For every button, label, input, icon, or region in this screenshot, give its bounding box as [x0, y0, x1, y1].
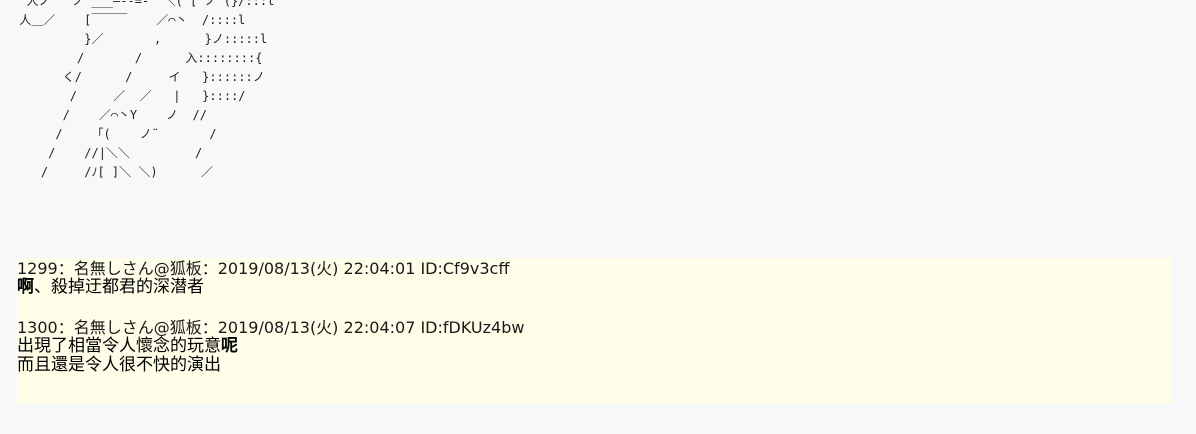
post-body: 啊、殺掉迂都君的深潜者 [17, 278, 1172, 297]
post-body: 出現了相當令人懷念的玩意呢 而且還是令人很不快的演出 [17, 337, 1172, 375]
ascii-art: 人ノ ノ ___―--=- ＼( [ ノ (}/:::l 人＿／ [￣￣￣ ／⌒… [12, 0, 392, 222]
post-header: 1299：名無しさん@狐板：2019/08/13(火) 22:04:01 ID:… [17, 259, 510, 278]
post-line-rest: 出現了相當令人懷念的玩意 [17, 336, 221, 356]
post-1299: 1299：名無しさん@狐板：2019/08/13(火) 22:04:01 ID:… [17, 258, 1172, 297]
post-list: 1299：名無しさん@狐板：2019/08/13(火) 22:04:01 ID:… [17, 258, 1172, 404]
post-line: 出現了相當令人懷念的玩意呢 [17, 337, 1172, 356]
post-line: 而且還是令人很不快的演出 [17, 355, 221, 375]
post-1300: 1300：名無しさん@狐板：2019/08/13(火) 22:04:07 ID:… [17, 317, 1172, 375]
post-line-bold: 呢 [221, 336, 238, 356]
post-header: 1300：名無しさん@狐板：2019/08/13(火) 22:04:07 ID:… [17, 318, 525, 337]
post-line-bold: 啊 [17, 277, 34, 297]
ascii-art-text: 人ノ ノ ___―--=- ＼( [ ノ (}/:::l 人＿／ [￣￣￣ ／⌒… [19, 0, 275, 179]
post-line: 啊、殺掉迂都君的深潜者 [17, 278, 1172, 297]
post-line-rest: 、殺掉迂都君的深潜者 [34, 277, 204, 297]
